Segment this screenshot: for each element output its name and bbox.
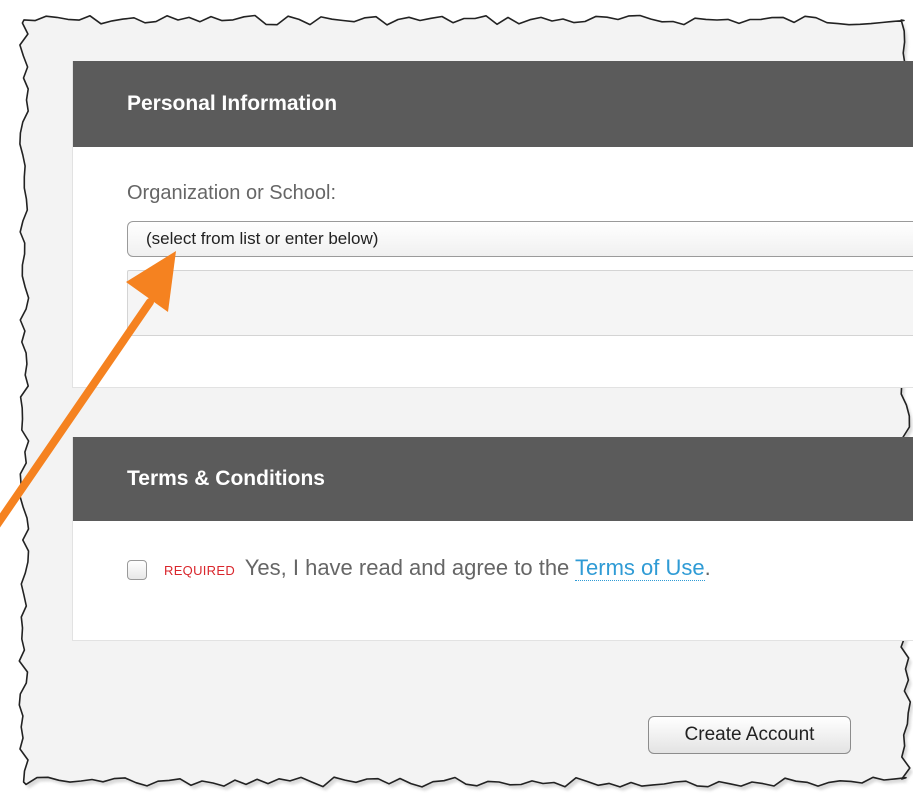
screenshot-stage: Personal Information Organization or Sch…: [0, 0, 913, 802]
personal-information-panel: Personal Information Organization or Sch…: [72, 61, 913, 388]
required-tag: REQUIRED: [164, 563, 236, 578]
agree-suffix: .: [704, 555, 711, 580]
terms-conditions-panel: Terms & Conditions REQUIRED Yes, I have …: [72, 437, 913, 641]
agree-terms-checkbox[interactable]: [127, 560, 147, 580]
terms-of-use-link[interactable]: Terms of Use: [575, 555, 705, 581]
organization-input[interactable]: [127, 270, 913, 336]
agree-text: Yes, I have read and agree to the: [244, 555, 576, 580]
create-account-button[interactable]: Create Account: [648, 716, 851, 754]
personal-information-header: Personal Information: [73, 61, 913, 147]
terms-conditions-header: Terms & Conditions: [73, 437, 913, 521]
agree-terms-text: REQUIRED Yes, I have read and agree to t…: [164, 555, 711, 581]
form-content: Personal Information Organization or Sch…: [0, 0, 913, 802]
organization-select[interactable]: (select from list or enter below): [127, 221, 913, 257]
organization-label: Organization or School:: [127, 182, 337, 204]
